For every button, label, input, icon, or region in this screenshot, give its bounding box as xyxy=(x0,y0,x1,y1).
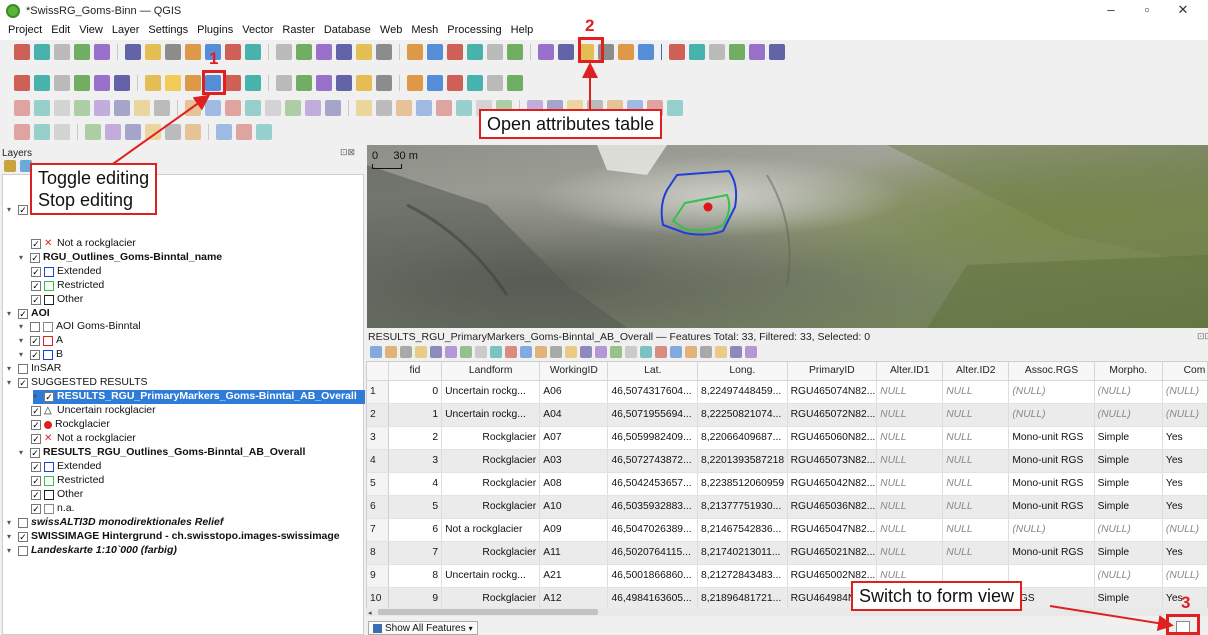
stop-editing-text: Stop editing xyxy=(38,190,134,210)
toggle-editing-text: Toggle editing xyxy=(38,168,150,188)
annotation-arrows xyxy=(109,62,1174,632)
annotation-toggle-editing: Toggle editing Stop editing xyxy=(30,163,158,215)
annotation-form-view: Switch to form view xyxy=(851,581,1023,611)
annotation-open-attributes: Open attributes table xyxy=(479,109,663,139)
